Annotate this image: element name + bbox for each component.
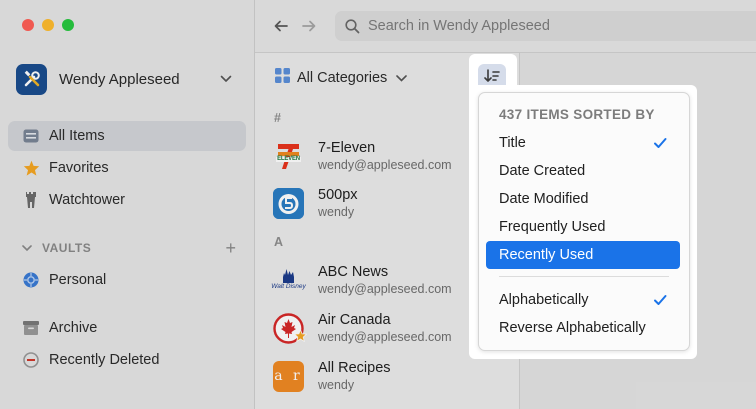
- sort-by-title[interactable]: Title: [486, 129, 680, 157]
- menu-item-label: Reverse Alphabetically: [499, 320, 646, 336]
- menu-item-label: Frequently Used: [499, 219, 606, 235]
- sort-by-date-modified[interactable]: Date Modified: [486, 185, 680, 213]
- menu-item-label: Recently Used: [499, 247, 594, 263]
- sort-by-frequently-used[interactable]: Frequently Used: [486, 213, 680, 241]
- menu-item-label: Date Modified: [499, 191, 589, 207]
- sort-menu-header: 437 ITEMS SORTED BY: [499, 107, 655, 122]
- sort-menu: 437 ITEMS SORTED BY Title Date Created D…: [478, 92, 690, 351]
- app-window: Wendy Appleseed All Items Favorites Watc…: [0, 0, 756, 409]
- order-reverse-alphabetically[interactable]: Reverse Alphabetically: [486, 314, 680, 342]
- menu-item-label: Title: [499, 135, 526, 151]
- sort-by-recently-used[interactable]: Recently Used: [486, 241, 680, 269]
- menu-separator: [499, 276, 669, 277]
- menu-item-label: Date Created: [499, 163, 586, 179]
- checkmark-icon: [654, 138, 667, 148]
- sort-by-date-created[interactable]: Date Created: [486, 157, 680, 185]
- menu-item-label: Alphabetically: [499, 292, 589, 308]
- checkmark-icon: [654, 295, 667, 305]
- order-alphabetically[interactable]: Alphabetically: [486, 286, 680, 314]
